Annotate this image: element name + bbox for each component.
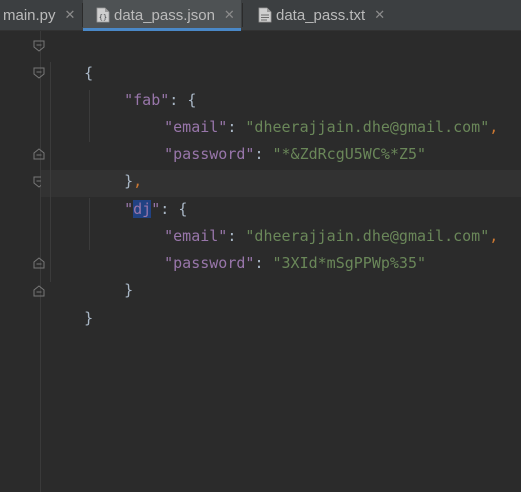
editor-tab-bar: main.py ✕ {} data_pass.json ✕ data_pass.… (0, 0, 521, 31)
tab-data-pass-txt[interactable]: data_pass.txt ✕ (245, 0, 395, 30)
comma: , (489, 227, 499, 245)
fold-end-icon[interactable] (33, 285, 45, 297)
json-key: "password" (164, 145, 255, 163)
fold-end-icon[interactable] (33, 148, 45, 160)
json-key: "password" (164, 254, 255, 272)
comma: , (489, 118, 499, 136)
tab-label: data_pass.json (114, 6, 215, 24)
tab-divider (242, 3, 243, 27)
colon: : (254, 254, 273, 272)
tab-data-pass-json[interactable]: {} data_pass.json ✕ (83, 0, 241, 31)
code-line-4[interactable]: "password": "*&ZdRcgU5WC%*Z5" (128, 114, 426, 163)
code-line-8[interactable]: "password": "3XId*mSgPPWp%35" (128, 223, 426, 272)
text-file-icon (258, 7, 272, 23)
tab-label: main.py (3, 6, 56, 24)
fold-start-icon[interactable] (33, 67, 45, 79)
code-line-3[interactable]: "email": "dheerajjain.dhe@gmail.com", (128, 87, 498, 136)
close-icon[interactable]: ✕ (65, 7, 76, 23)
fold-start-icon[interactable] (33, 40, 45, 52)
json-string: "3XId*mSgPPWp%35" (272, 254, 427, 272)
json-string: "*&ZdRcgU5WC%*Z5" (272, 145, 427, 163)
close-icon[interactable]: ✕ (374, 7, 385, 23)
code-line-6[interactable]: "dj": { (88, 169, 187, 218)
tab-main-py[interactable]: main.py ✕ (0, 0, 82, 30)
svg-text:{}: {} (99, 14, 107, 22)
code-line-9[interactable]: } (88, 250, 133, 299)
fold-end-icon[interactable] (33, 257, 45, 269)
close-brace: } (84, 309, 94, 327)
code-line-10[interactable]: } (48, 278, 93, 327)
colon: : (254, 145, 273, 163)
tab-label: data_pass.txt (276, 6, 366, 24)
code-line-2[interactable]: "fab": { (88, 60, 196, 109)
code-line-1[interactable]: { (48, 33, 93, 82)
close-icon[interactable]: ✕ (224, 7, 235, 23)
close-brace: } (124, 281, 134, 299)
code-line-5[interactable]: }, (88, 141, 142, 190)
json-file-icon: {} (96, 7, 110, 23)
code-line-7[interactable]: "email": "dheerajjain.dhe@gmail.com", (128, 196, 498, 245)
